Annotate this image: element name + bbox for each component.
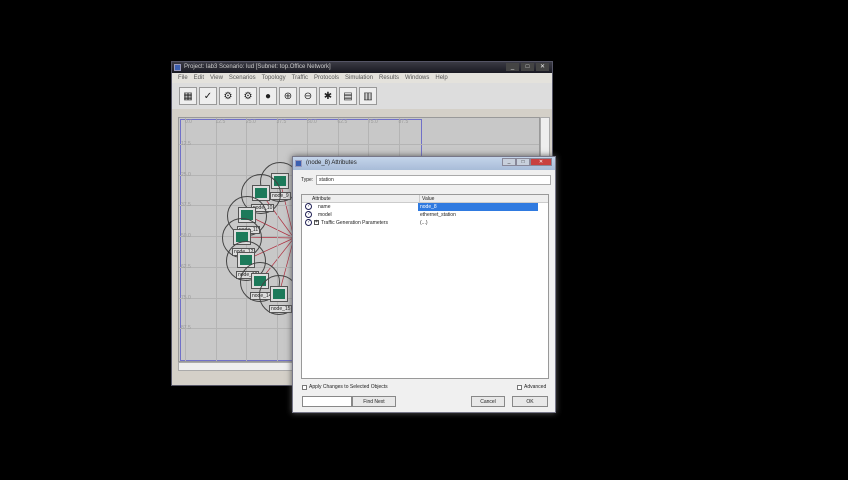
y-tick: 62.5 <box>181 263 191 270</box>
grid-line <box>179 144 539 145</box>
expand-icon[interactable]: + <box>314 220 319 225</box>
x-tick: 50.0 <box>307 119 317 125</box>
type-label: Type: <box>301 177 314 183</box>
find-input[interactable] <box>302 396 352 407</box>
x-tick: 0.0 <box>185 119 192 125</box>
ok-button[interactable]: OK <box>512 396 548 407</box>
dialog-close-button[interactable]: ✕ <box>530 158 552 166</box>
attributes-dialog: (node_8) Attributes _ □ ✕ Type: station At… <box>292 156 556 413</box>
unzoom-icon[interactable]: ⊖ <box>299 87 317 105</box>
x-tick: 87.5 <box>398 119 409 125</box>
menu-file[interactable]: File <box>178 73 188 83</box>
y-tick: 37.5 <box>181 202 191 209</box>
help-icon[interactable]: ? <box>305 219 312 226</box>
table-row[interactable]: ? model ethernet_station <box>302 211 548 219</box>
menu-results[interactable]: Results <box>379 73 399 83</box>
find-next-button[interactable]: Find Next <box>352 396 396 407</box>
recover-node-icon[interactable]: ⚙ <box>239 87 257 105</box>
x-tick: 37.5 <box>276 119 287 125</box>
toolbar: ▦ ✓ ⚙ ⚙ ● ⊕ ⊖ ✱ ▤ ▥ <box>172 83 552 109</box>
minimize-button[interactable]: _ <box>506 63 519 71</box>
menu-scenarios[interactable]: Scenarios <box>229 73 256 83</box>
value-name[interactable]: node_8 <box>418 203 538 211</box>
menu-view[interactable]: View <box>210 73 223 83</box>
y-tick: 12.5 <box>181 141 191 147</box>
advanced-checkbox[interactable]: Advanced <box>517 384 546 390</box>
hide-graphs-icon[interactable]: ▥ <box>359 87 377 105</box>
menu-protocols[interactable]: Protocols <box>314 73 339 83</box>
value-model[interactable]: ethernet_station <box>418 211 456 219</box>
x-tick: 75.0 <box>368 119 378 125</box>
menu-windows[interactable]: Windows <box>405 73 429 83</box>
y-tick: 87.5 <box>181 325 191 332</box>
configure-discrete-event-icon[interactable]: ✱ <box>319 87 337 105</box>
zoom-in-icon[interactable]: ⊕ <box>279 87 297 105</box>
help-icon[interactable]: ? <box>305 211 312 218</box>
menu-help[interactable]: Help <box>435 73 447 83</box>
table-row[interactable]: ? + Traffic Generation Parameters (...) <box>302 219 548 227</box>
dialog-icon <box>295 160 302 167</box>
y-tick: 50.0 <box>181 233 191 240</box>
menu-simulation[interactable]: Simulation <box>345 73 373 83</box>
type-field[interactable]: station <box>316 175 551 185</box>
apply-changes-checkbox[interactable]: Apply Changes to Selected Objects <box>302 384 388 390</box>
attr-model: model <box>318 212 332 218</box>
attr-name: name <box>318 204 331 210</box>
x-tick: 12.5 <box>215 119 226 125</box>
help-icon[interactable]: ? <box>305 203 312 210</box>
fail-node-icon[interactable]: ⚙ <box>219 87 237 105</box>
attr-traffic: Traffic Generation Parameters <box>321 220 388 226</box>
table-row[interactable]: ? name node_8 <box>302 203 548 211</box>
menu-topology[interactable]: Topology <box>262 73 286 83</box>
maximize-button[interactable]: □ <box>521 63 534 71</box>
node-label: node_15 <box>269 305 293 313</box>
dialog-minimize-button[interactable]: _ <box>502 158 516 166</box>
menu-traffic[interactable]: Traffic <box>292 73 308 83</box>
cancel-button[interactable]: Cancel <box>471 396 505 407</box>
app-icon <box>174 64 181 71</box>
advanced-label: Advanced <box>524 384 547 390</box>
return-to-parent-icon[interactable]: ● <box>259 87 277 105</box>
attributes-table: Attribute Value ? name node_8 ? model etherne… <box>301 194 549 379</box>
value-traffic[interactable]: (...) <box>418 219 428 227</box>
grid-line <box>215 118 217 361</box>
menu-bar: File Edit View Scenarios Topology Traffic Prot… <box>172 73 552 83</box>
check-links-icon[interactable]: ✓ <box>199 87 217 105</box>
apply-changes-label: Apply Changes to Selected Objects <box>309 384 388 390</box>
y-tick: 75.0 <box>181 294 191 301</box>
open-palette-icon[interactable]: ▦ <box>179 87 197 105</box>
dialog-title-bar[interactable]: (node_8) Attributes _ □ ✕ <box>293 157 555 170</box>
main-title-bar[interactable]: Project: lab3 Scenario: lud [Subnet: top… <box>172 62 552 73</box>
column-value[interactable]: Value <box>420 195 434 202</box>
view-results-icon[interactable]: ▤ <box>339 87 357 105</box>
y-tick: 25.0 <box>181 171 191 178</box>
window-title: Project: lab3 Scenario: lud [Subnet: top… <box>184 64 331 70</box>
x-tick: 25.0 <box>246 119 256 125</box>
menu-edit[interactable]: Edit <box>194 73 204 83</box>
grid-line <box>276 118 278 361</box>
dialog-title: (node_8) Attributes <box>306 160 357 166</box>
workstation-node[interactable] <box>270 286 288 302</box>
close-button[interactable]: ✕ <box>536 63 549 71</box>
x-tick: 62.5 <box>337 119 348 125</box>
column-attribute[interactable]: Attribute <box>302 195 420 202</box>
dialog-maximize-button[interactable]: □ <box>516 158 530 166</box>
